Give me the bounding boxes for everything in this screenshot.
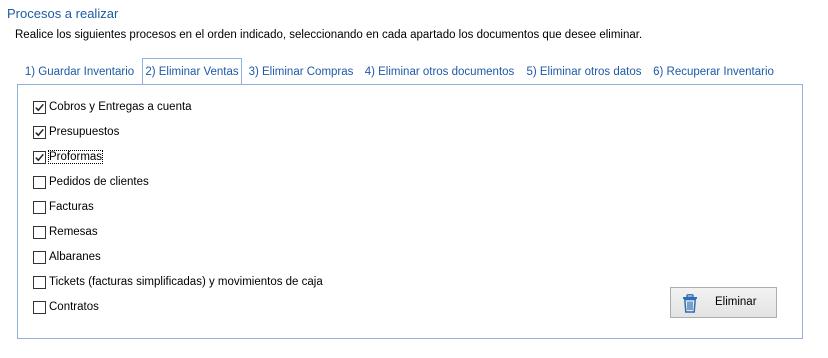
option-label: Albaranes [49,251,101,263]
option-tickets[interactable]: Tickets (facturas simplificadas) y movim… [33,274,323,290]
tab-eliminar-compras[interactable]: 3) Eliminar Compras [246,60,356,84]
checkbox[interactable] [33,250,46,264]
option-pedidos-clientes[interactable]: Pedidos de clientes [33,174,149,190]
checkbox[interactable] [33,150,46,164]
tab-bar: 1) Guardar Inventario 2) Eliminar Ventas… [17,58,807,84]
option-label: Contratos [49,301,99,313]
tab-recuperar-inventario[interactable]: 6) Recuperar Inventario [651,60,776,84]
section-title: Procesos a realizar [7,6,119,21]
tab-label: 6) Recuperar Inventario [653,66,774,78]
option-proformas[interactable]: Proformas [33,149,104,165]
checkbox[interactable] [33,200,46,214]
option-cobros-entregas[interactable]: Cobros y Entregas a cuenta [33,99,192,115]
checkbox[interactable] [33,100,46,114]
checkbox[interactable] [33,175,46,189]
tab-label: 4) Eliminar otros documentos [364,66,515,78]
instructions-text: Realice los siguientes procesos en el or… [15,29,643,41]
tab-guardar-inventario[interactable]: 1) Guardar Inventario [21,60,138,84]
option-label: Presupuestos [49,126,120,138]
tab-eliminar-ventas[interactable]: 2) Eliminar Ventas [142,58,242,84]
option-label: Facturas [49,201,94,213]
option-contratos[interactable]: Contratos [33,299,99,315]
tab-label: 5) Eliminar otros datos [526,66,642,78]
tab-label: 1) Guardar Inventario [24,66,135,78]
option-facturas[interactable]: Facturas [33,199,94,215]
trash-icon [682,294,698,316]
option-label: Cobros y Entregas a cuenta [49,101,192,113]
checkbox[interactable] [33,300,46,314]
tab-eliminar-otros-documentos[interactable]: 4) Eliminar otros documentos [362,60,517,84]
checkbox[interactable] [33,125,46,139]
option-albaranes[interactable]: Albaranes [33,249,101,265]
checkbox[interactable] [33,225,46,239]
eliminar-button[interactable]: Eliminar [670,287,777,318]
option-label: Proformas [47,150,104,164]
option-label: Tickets (facturas simplificadas) y movim… [49,276,323,288]
tab-label: 3) Eliminar Compras [248,66,354,78]
option-remesas[interactable]: Remesas [33,224,98,240]
eliminar-button-label: Eliminar [715,296,757,308]
tab-panel-eliminar-ventas: Cobros y Entregas a cuenta Presupuestos … [17,84,803,339]
checkbox[interactable] [33,275,46,289]
option-label: Pedidos de clientes [49,176,149,188]
tab-label: 2) Eliminar Ventas [145,66,239,78]
tab-eliminar-otros-datos[interactable]: 5) Eliminar otros datos [524,60,644,84]
option-presupuestos[interactable]: Presupuestos [33,124,119,140]
option-label: Remesas [49,226,98,238]
